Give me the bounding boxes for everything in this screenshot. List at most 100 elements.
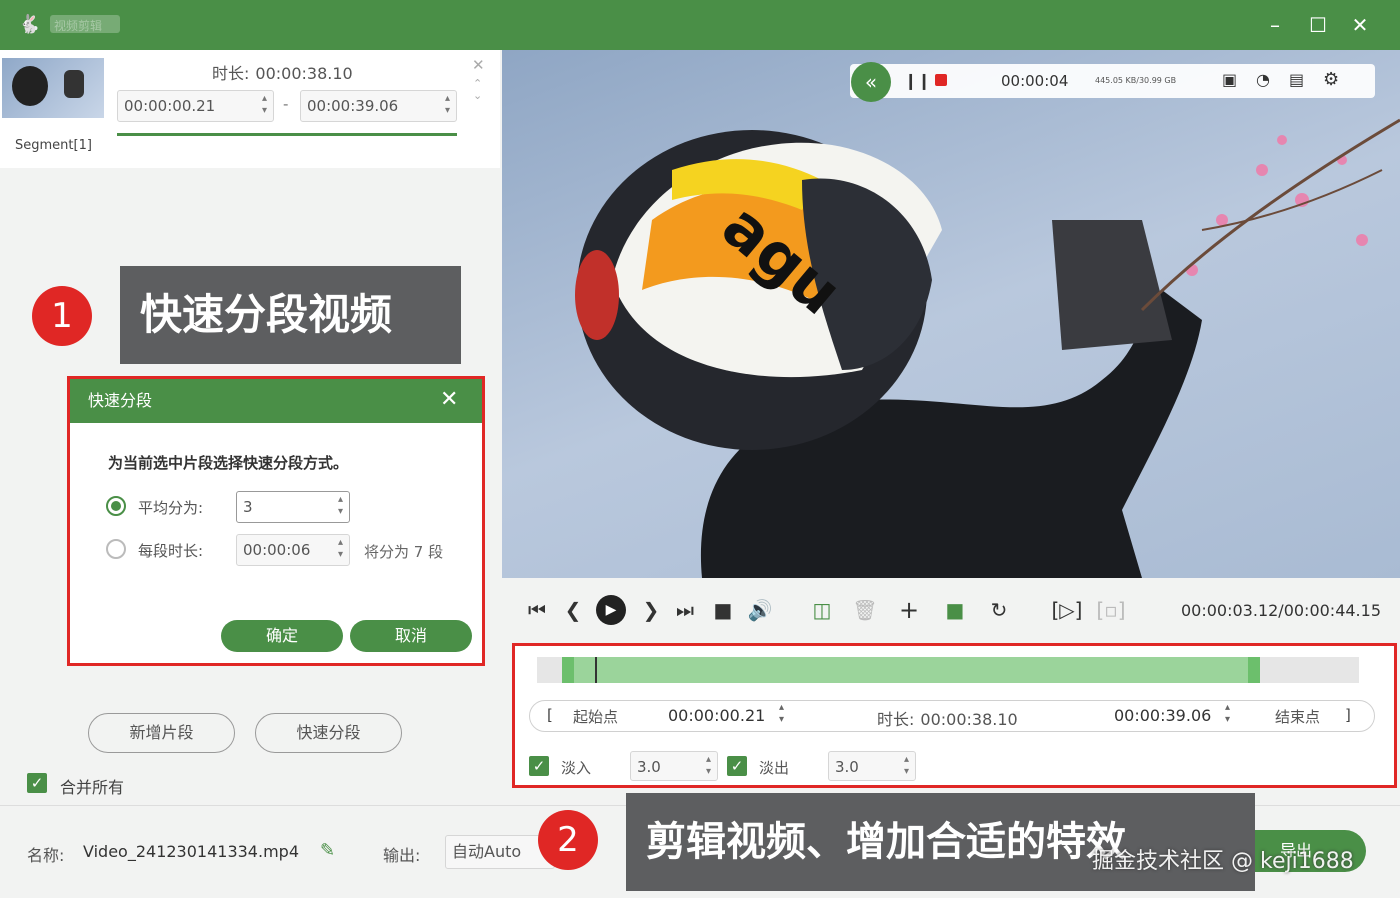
segment-count-value: 3 bbox=[243, 498, 253, 516]
stepper-icon[interactable]: ▴ ▾ bbox=[779, 702, 784, 726]
cancel-button[interactable]: 取消 bbox=[350, 620, 472, 652]
stepper-icon[interactable]: ▴ ▾ bbox=[262, 93, 267, 117]
step-badge-1: 1 bbox=[32, 286, 92, 346]
app-logo-icon: 🐇 bbox=[18, 14, 41, 35]
segment-end-input[interactable]: 00:00:39.06 ▴ ▾ bbox=[300, 90, 457, 122]
fade-in-label: 淡入 bbox=[561, 759, 592, 777]
add-segment-button[interactable]: 新增片段 bbox=[88, 713, 235, 753]
preview-segment-icon[interactable]: [▷] bbox=[1050, 597, 1084, 623]
segment-progress-bar bbox=[117, 133, 457, 136]
stop-icon[interactable]: ■ bbox=[710, 597, 736, 623]
skip-start-icon[interactable]: ⏮ bbox=[524, 597, 550, 623]
fade-out-value: 3.0 bbox=[835, 758, 859, 776]
split-icon[interactable]: ◫ bbox=[808, 597, 836, 623]
segment-duration-input[interactable]: 00:00:06 ▴ ▾ bbox=[236, 534, 350, 566]
fade-in-input[interactable]: 3.0 ▴ ▾ bbox=[630, 751, 718, 781]
preview-frame: agu bbox=[575, 118, 1400, 578]
timer-icon[interactable]: ◔ bbox=[1256, 70, 1270, 89]
step-badge-2: 2 bbox=[538, 810, 598, 870]
playhead[interactable] bbox=[594, 657, 597, 683]
quick-split-dialog: 快速分段 ✕ 为当前选中片段选择快速分段方式。 平均分为: 3 ▴ ▾ 每段时长: … bbox=[67, 376, 485, 666]
stepper-icon[interactable]: ▴ ▾ bbox=[706, 754, 711, 778]
maximize-icon[interactable]: ☐ bbox=[1303, 10, 1333, 40]
prev-frame-icon[interactable]: ❮ bbox=[560, 597, 586, 623]
option1-label: 平均分为: bbox=[138, 499, 204, 517]
edit-name-icon[interactable]: ✎ bbox=[320, 840, 335, 861]
callout-2: 剪辑视频、增加合适的特效 bbox=[626, 793, 1255, 891]
callout-1: 快速分段视频 bbox=[120, 266, 461, 364]
reset-icon[interactable]: ↻ bbox=[986, 597, 1012, 623]
timeline-track[interactable] bbox=[537, 657, 1359, 683]
rider-helmet bbox=[12, 66, 48, 106]
add-icon[interactable]: + bbox=[896, 597, 922, 623]
app-title: 视频剪辑 bbox=[50, 15, 120, 33]
stepper-icon[interactable]: ▴ ▾ bbox=[338, 494, 343, 518]
fade-out-checkbox[interactable]: ✓ bbox=[727, 756, 747, 776]
trim-end-value[interactable]: 00:00:39.06 bbox=[1114, 706, 1211, 725]
radio-duration[interactable] bbox=[106, 539, 126, 559]
stepper-icon[interactable]: ▴ ▾ bbox=[904, 754, 909, 778]
ok-button[interactable]: 确定 bbox=[221, 620, 343, 652]
video-preview[interactable]: agu bbox=[502, 50, 1400, 578]
screenshot-icon[interactable]: ▣ bbox=[1222, 70, 1237, 89]
fit-frame-icon[interactable]: [▫] bbox=[1096, 597, 1126, 623]
radio-average[interactable] bbox=[106, 496, 126, 516]
skip-end-icon[interactable]: ⏭ bbox=[672, 597, 698, 623]
segment-end-value: 00:00:39.06 bbox=[307, 97, 399, 115]
stepper-icon[interactable]: ▴ ▾ bbox=[338, 537, 343, 561]
stepper-icon[interactable]: ▴ ▾ bbox=[445, 93, 450, 117]
segment-remove-icon[interactable]: ✕ bbox=[472, 56, 485, 74]
stepper-icon[interactable]: ▴ ▾ bbox=[1225, 702, 1230, 726]
end-point-button[interactable]: 结束点 bbox=[1275, 706, 1320, 727]
title-bar bbox=[0, 0, 1400, 50]
segment-count-input[interactable]: 3 ▴ ▾ bbox=[236, 491, 350, 523]
segment-start-input[interactable]: 00:00:00.21 ▴ ▾ bbox=[117, 90, 274, 122]
segment-reorder-icon[interactable]: ⌃ ⌄ bbox=[473, 78, 482, 102]
duration-label: 时长: bbox=[212, 64, 250, 83]
merge-all-checkbox[interactable]: ✓ bbox=[27, 773, 47, 793]
storage-info: 445.05 KB/30.99 GB bbox=[1095, 76, 1177, 85]
fade-in-checkbox[interactable]: ✓ bbox=[529, 756, 549, 776]
copy-icon[interactable]: ■ bbox=[942, 597, 968, 623]
timeline-selection[interactable] bbox=[561, 657, 1261, 683]
record-time: 00:00:04 bbox=[1001, 72, 1069, 90]
fade-out-label: 淡出 bbox=[759, 759, 790, 777]
fade-out-input[interactable]: 3.0 ▴ ▾ bbox=[828, 751, 916, 781]
output-value: 自动Auto bbox=[452, 842, 522, 861]
segment-duration-value: 00:00:06 bbox=[243, 541, 311, 559]
segment-name: Segment[1] bbox=[15, 138, 92, 153]
end-handle[interactable] bbox=[1248, 657, 1261, 683]
close-icon[interactable]: ✕ bbox=[1345, 10, 1375, 40]
minimize-icon[interactable]: – bbox=[1260, 10, 1290, 40]
trim-duration-value: 00:00:38.10 bbox=[920, 710, 1018, 729]
rider-hand bbox=[64, 70, 84, 98]
start-point-button[interactable]: 起始点 bbox=[573, 706, 618, 727]
next-frame-icon[interactable]: ❯ bbox=[638, 597, 664, 623]
segment-thumbnail[interactable] bbox=[2, 58, 104, 118]
duration-value: 00:00:38.10 bbox=[255, 64, 353, 83]
option2-label: 每段时长: bbox=[138, 542, 204, 560]
collapse-toolbar-icon[interactable]: « bbox=[851, 62, 891, 102]
end-bracket-icon: ] bbox=[1345, 706, 1351, 724]
dialog-close-icon[interactable]: ✕ bbox=[440, 387, 458, 412]
watermark: 掘金技术社区 @ keji1688 bbox=[1092, 849, 1354, 874]
segment-duration: 时长: 00:00:38.10 bbox=[212, 60, 353, 84]
playback-time: 00:00:03.12/00:00:44.15 bbox=[1181, 601, 1381, 620]
quick-split-button[interactable]: 快速分段 bbox=[255, 713, 402, 753]
settings-gear-icon[interactable]: ⚙ bbox=[1323, 69, 1339, 90]
start-bracket-icon: [ bbox=[547, 706, 553, 724]
fade-in-value: 3.0 bbox=[637, 758, 661, 776]
file-name-value: Video_241230141334.mp4 bbox=[83, 842, 299, 861]
dialog-header: 快速分段 bbox=[70, 379, 482, 423]
split-count-hint: 将分为 7 段 bbox=[364, 543, 444, 561]
timeline-panel: [ 起始点 00:00:00.21 ▴ ▾ 时长: 00:00:38.10 00:0… bbox=[512, 643, 1397, 788]
play-button[interactable]: ▶ bbox=[596, 595, 626, 625]
stop-record-icon[interactable] bbox=[935, 74, 947, 86]
trim-start-value[interactable]: 00:00:00.21 bbox=[668, 706, 765, 725]
pause-icon[interactable]: ❙❙ bbox=[904, 71, 931, 90]
volume-icon[interactable]: 🔊 bbox=[746, 597, 774, 623]
dialog-title: 快速分段 bbox=[88, 391, 153, 410]
start-handle[interactable] bbox=[561, 657, 574, 683]
delete-icon[interactable]: 🗑 bbox=[852, 597, 878, 623]
toolbox-icon[interactable]: ▤ bbox=[1289, 70, 1304, 89]
